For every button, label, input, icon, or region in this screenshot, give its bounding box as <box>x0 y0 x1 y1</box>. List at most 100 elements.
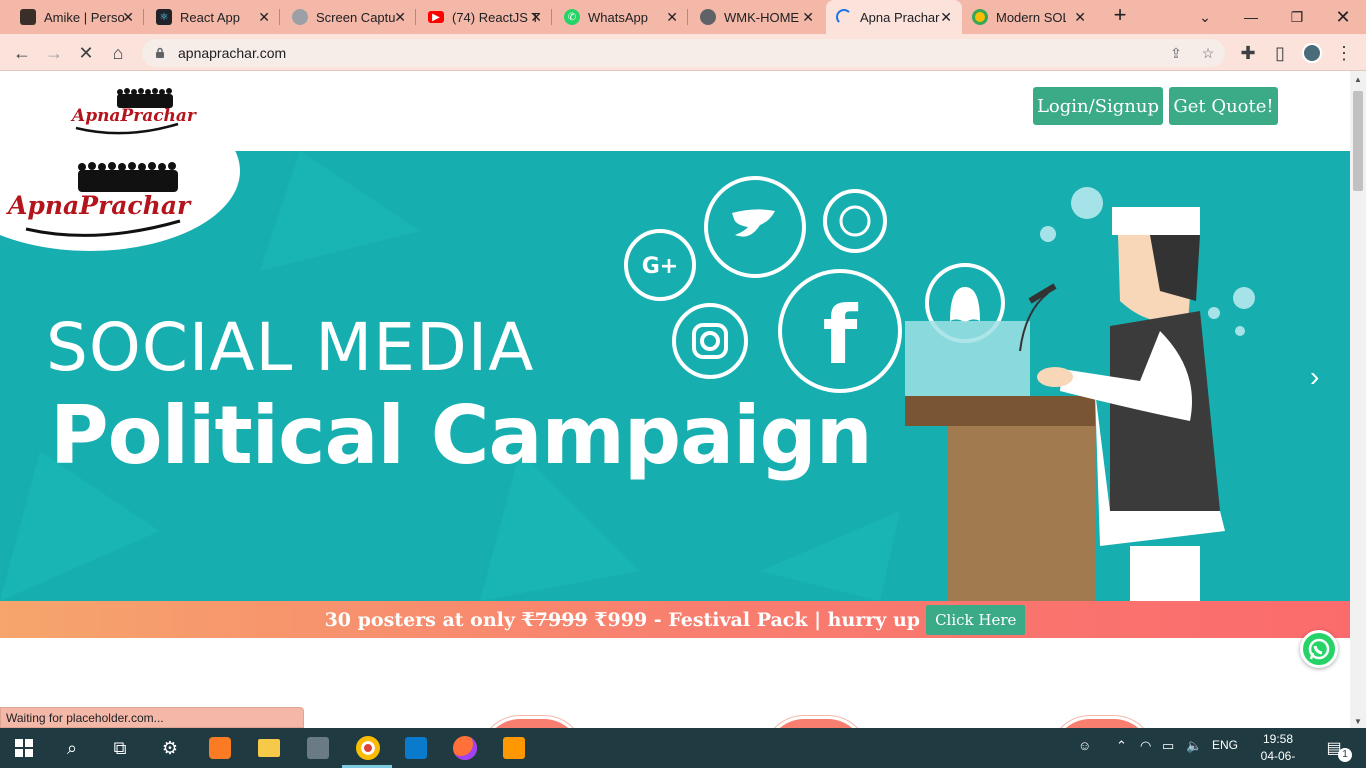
close-tab-icon[interactable]: ✕ <box>530 9 542 26</box>
side-panel-icon[interactable]: ▯ <box>1266 39 1294 67</box>
get-quote-button[interactable]: Get Quote! <box>1169 87 1278 125</box>
hero-title-line2: Political Campaign <box>50 389 873 482</box>
search-icon[interactable]: ⌕ <box>58 734 86 762</box>
scroll-up-icon[interactable]: ▲ <box>1354 75 1362 84</box>
file-explorer-icon[interactable] <box>255 734 283 762</box>
service-card-circle[interactable] <box>1050 716 1154 728</box>
sublime-text-icon[interactable] <box>500 734 528 762</box>
login-signup-button[interactable]: Login/Signup <box>1033 87 1163 125</box>
profile-avatar[interactable] <box>1298 39 1326 67</box>
page-scrollbar[interactable]: ▲ ▼ <box>1350 71 1366 728</box>
screen-capture-favicon-icon <box>292 9 308 25</box>
browser-tab[interactable]: WMK-HOME ✕ <box>680 0 824 34</box>
language-indicator[interactable]: ENG <box>1212 738 1238 752</box>
show-hidden-icons-icon[interactable]: ⌃ <box>1116 738 1127 754</box>
browser-tab[interactable]: ▶ (74) ReactJS T ✕ <box>408 0 552 34</box>
close-tab-icon[interactable]: ✕ <box>666 9 678 26</box>
bookmark-star-icon[interactable]: ☆ <box>1200 45 1216 61</box>
minimize-button[interactable]: — <box>1228 0 1274 34</box>
clock-time: 19:58 <box>1262 732 1294 746</box>
windows-taskbar: ⌕ ⧉ ⚙ ☺ ⌃ ◠ ▭ 🔈 ENG 19:58 04-06-2022 ▤ 1 <box>0 728 1366 780</box>
tab-title: React App <box>180 9 240 25</box>
browser-tab-active[interactable]: Apna Prachar ✕ <box>826 0 962 34</box>
promo-old-price: ₹7999 <box>521 608 588 631</box>
stop-loading-icon[interactable]: ✕ <box>72 39 100 67</box>
browser-tab[interactable]: Amike | Perso ✕ <box>0 0 144 34</box>
people-icon[interactable]: ☺ <box>1078 738 1091 753</box>
share-icon[interactable]: ⇪ <box>1168 45 1184 61</box>
lock-icon <box>156 47 164 58</box>
tab-search-icon[interactable]: ⌄ <box>1182 0 1228 34</box>
address-bar[interactable]: apnaprachar.com ⇪ ☆ <box>142 39 1225 67</box>
system-clock[interactable]: 19:58 04-06-2022 <box>1248 731 1308 782</box>
hero-carousel: G+ f ApnaPrachar SOCIAL MEDIA Political … <box>0 151 1350 601</box>
close-tab-icon[interactable]: ✕ <box>258 9 270 26</box>
browser-toolbar: ← → ✕ ⌂ apnaprachar.com ⇪ ☆ ✚ ▯ ⋮ <box>0 34 1366 71</box>
browser-tab[interactable]: Modern SOL ✕ <box>952 0 1096 34</box>
app-manager-icon[interactable] <box>304 734 332 762</box>
promo-text-after: ₹999 - Festival Pack | hurry up <box>594 608 921 631</box>
close-window-button[interactable]: ✕ <box>1320 0 1366 34</box>
browser-tab[interactable]: ⚛ React App ✕ <box>136 0 280 34</box>
browser-tab-strip: Amike | Perso ✕ ⚛ React App ✕ Screen Cap… <box>0 0 1366 34</box>
whatsapp-favicon-icon: ✆ <box>564 9 580 25</box>
volume-icon[interactable]: 🔈 <box>1186 738 1202 754</box>
carousel-next-arrow-icon[interactable]: › <box>1310 361 1319 393</box>
new-tab-button[interactable]: + <box>1108 4 1132 28</box>
hero-title-line1: SOCIAL MEDIA <box>46 309 535 386</box>
service-card-circle[interactable] <box>764 716 868 728</box>
tab-title: Modern SOL <box>996 9 1066 25</box>
promo-click-here-button[interactable]: Click Here <box>926 604 1026 635</box>
promo-text: 30 posters at only ₹7999 ₹999 - Festival… <box>325 609 920 631</box>
promo-text-before: 30 posters at only <box>324 608 515 631</box>
forward-icon[interactable]: → <box>40 39 68 67</box>
whatsapp-phone-icon <box>1308 638 1330 660</box>
whatsapp-chat-icon[interactable] <box>1300 630 1338 668</box>
browser-status-bar: Waiting for placeholder.com... <box>0 707 304 728</box>
tab-title: WMK-HOME <box>724 9 800 25</box>
settings-gear-icon[interactable]: ⚙ <box>156 734 184 762</box>
hero-logo-text: ApnaPrachar <box>8 191 191 220</box>
restore-button[interactable]: ❐ <box>1274 0 1320 34</box>
browser-tab[interactable]: ✆ WhatsApp ✕ <box>544 0 688 34</box>
youtube-favicon-icon: ▶ <box>428 11 444 23</box>
tab-title: WhatsApp <box>588 9 648 25</box>
chrome-favicon-icon <box>972 9 988 25</box>
notifications-icon[interactable]: ▤ 1 <box>1320 734 1352 762</box>
scroll-down-icon[interactable]: ▼ <box>1354 717 1362 726</box>
page-viewport: ApnaPrachar Login/Signup Get Quote! G+ f… <box>0 71 1350 728</box>
close-tab-icon[interactable]: ✕ <box>802 9 814 26</box>
tab-title: Screen Captu <box>316 9 396 25</box>
hero-logo[interactable]: ApnaPrachar <box>6 159 190 239</box>
clock-date: 04-06-2022 <box>1260 749 1296 780</box>
wifi-icon[interactable]: ◠ <box>1140 738 1151 754</box>
close-tab-icon[interactable]: ✕ <box>940 9 952 26</box>
tab-title: Apna Prachar <box>860 9 940 25</box>
windows-start-icon[interactable] <box>10 734 38 762</box>
firefox-icon[interactable] <box>451 734 479 762</box>
close-tab-icon[interactable]: ✕ <box>1074 9 1086 26</box>
close-tab-icon[interactable]: ✕ <box>122 9 134 26</box>
scrollbar-thumb[interactable] <box>1353 91 1363 191</box>
back-icon[interactable]: ← <box>8 39 36 67</box>
notification-count-badge: 1 <box>1338 748 1352 762</box>
service-card-circle[interactable] <box>480 716 584 728</box>
browser-menu-icon[interactable]: ⋮ <box>1330 39 1358 67</box>
url-text: apnaprachar.com <box>178 45 287 61</box>
tab-title: Amike | Perso <box>44 9 125 25</box>
extensions-icon[interactable]: ✚ <box>1234 39 1262 67</box>
xampp-icon[interactable] <box>206 734 234 762</box>
site-logo[interactable]: ApnaPrachar <box>70 86 196 136</box>
vscode-icon[interactable] <box>402 734 430 762</box>
amike-favicon-icon <box>20 9 36 25</box>
task-view-icon[interactable]: ⧉ <box>106 734 134 762</box>
browser-tab[interactable]: Screen Captu ✕ <box>272 0 416 34</box>
close-tab-icon[interactable]: ✕ <box>394 9 406 26</box>
svg-text:f: f <box>823 289 859 382</box>
chrome-taskbar-icon[interactable] <box>354 734 382 762</box>
svg-text:G+: G+ <box>642 254 679 279</box>
battery-icon[interactable]: ▭ <box>1162 738 1174 754</box>
tab-title: (74) ReactJS T <box>452 9 540 25</box>
home-icon[interactable]: ⌂ <box>104 39 132 67</box>
promo-banner: 30 posters at only ₹7999 ₹999 - Festival… <box>0 601 1350 638</box>
